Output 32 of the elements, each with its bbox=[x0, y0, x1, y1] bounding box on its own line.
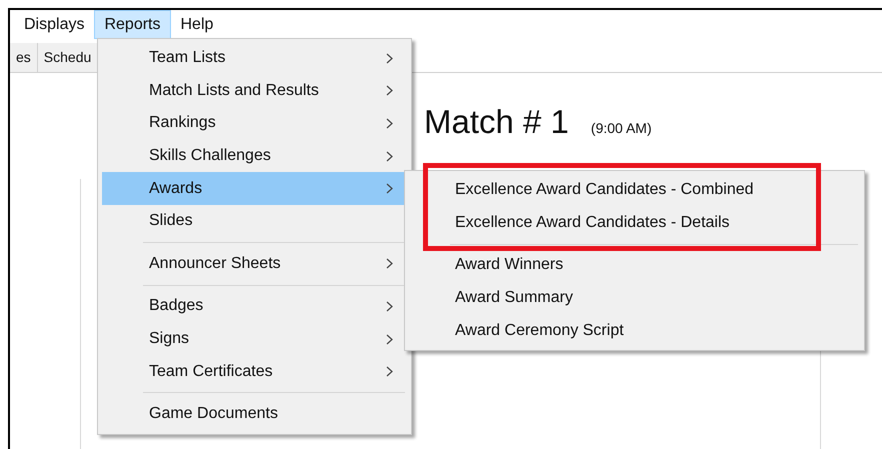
menu-bar-item[interactable]: Displays bbox=[14, 10, 94, 39]
menu-item[interactable]: Signs bbox=[102, 322, 407, 356]
menu-item[interactable]: Team Certificates bbox=[102, 355, 407, 388]
tab[interactable]: Schedu bbox=[38, 43, 98, 72]
menu-item[interactable]: Award Winners bbox=[409, 249, 860, 282]
chevron-icon bbox=[386, 366, 393, 378]
chevron-icon bbox=[386, 118, 393, 129]
chevron-icon bbox=[386, 183, 393, 194]
chevron-icon bbox=[386, 150, 393, 162]
menu-item[interactable]: Slides bbox=[102, 204, 407, 238]
menu-bar-item[interactable]: Help bbox=[170, 10, 224, 39]
menu-item[interactable]: Awards bbox=[102, 172, 407, 205]
menu-item[interactable]: Announcer Sheets bbox=[102, 248, 407, 280]
menu-item[interactable]: Match Lists and Results bbox=[102, 74, 407, 108]
menu-item[interactable]: Award Summary bbox=[409, 282, 860, 314]
tab[interactable]: es bbox=[10, 43, 38, 72]
chevron-icon bbox=[386, 334, 393, 345]
menu-bar-item[interactable]: Reports bbox=[94, 10, 170, 39]
menu-item[interactable]: Badges bbox=[102, 290, 407, 323]
chevron-icon bbox=[386, 258, 393, 270]
menu-item[interactable]: Excellence Award Candidates - Combined bbox=[409, 174, 860, 207]
match-title: Match # 1 bbox=[424, 102, 569, 142]
chevron-icon bbox=[386, 300, 393, 312]
chevron-icon bbox=[386, 52, 393, 64]
menu-item[interactable]: Game Documents bbox=[102, 398, 407, 431]
menu-item[interactable]: Excellence Award Candidates - Details bbox=[409, 206, 860, 240]
menu-item[interactable]: Rankings bbox=[102, 107, 407, 140]
menu-item[interactable]: Award Ceremony Script bbox=[409, 314, 860, 347]
menu-item[interactable]: Skills Challenges bbox=[102, 140, 407, 172]
chevron-icon bbox=[386, 85, 393, 96]
match-time: (9:00 AM) bbox=[590, 119, 652, 138]
menu-item[interactable]: Team Lists bbox=[102, 42, 407, 75]
